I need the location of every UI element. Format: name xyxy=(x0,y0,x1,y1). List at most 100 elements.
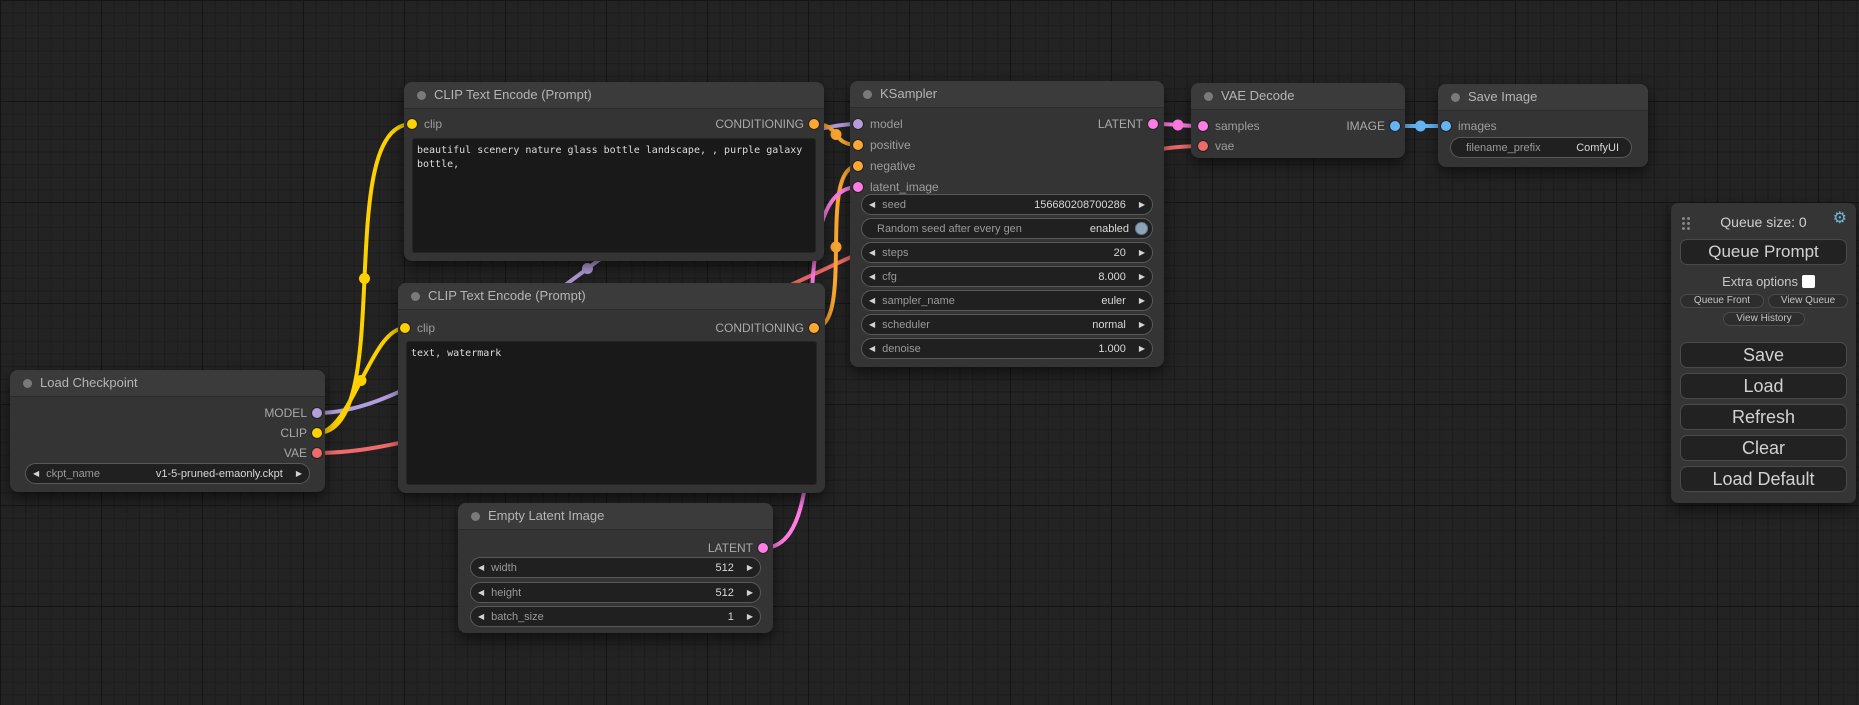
node-title-bar[interactable]: Load Checkpoint xyxy=(10,370,325,397)
queue-panel[interactable]: Queue size: 0 ⚙ Queue Prompt Extra optio… xyxy=(1671,203,1856,503)
batch-size-widget[interactable]: ◀ batch_size 1 ▶ xyxy=(470,606,761,627)
node-title-bar[interactable]: Save Image xyxy=(1438,84,1648,111)
latent-output-port[interactable] xyxy=(1148,119,1158,129)
model-input-port[interactable] xyxy=(853,119,863,129)
node-load-checkpoint[interactable]: Load Checkpoint MODEL CLIP VAE ◀ ckpt_na… xyxy=(10,370,325,492)
widget-value: 1.000 xyxy=(921,343,1132,355)
load-default-button[interactable]: Load Default xyxy=(1680,466,1847,492)
negative-input-port[interactable] xyxy=(853,161,863,171)
latent-output-port[interactable] xyxy=(758,543,768,553)
collapse-dot-icon[interactable] xyxy=(1204,92,1213,101)
clip-input-port[interactable] xyxy=(400,323,410,333)
decrement-icon[interactable]: ◀ xyxy=(471,582,491,603)
latent-image-input-port[interactable] xyxy=(853,182,863,192)
node-ksampler[interactable]: KSampler model positive negative latent_… xyxy=(850,81,1164,367)
positive-input-port[interactable] xyxy=(853,140,863,150)
increment-icon[interactable]: ▶ xyxy=(740,606,760,627)
widget-label: denoise xyxy=(882,343,921,355)
random-seed-toggle[interactable]: Random seed after every gen enabled xyxy=(861,218,1153,239)
decrement-icon[interactable]: ◀ xyxy=(862,266,882,287)
positive-prompt-textarea[interactable]: beautiful scenery nature glass bottle la… xyxy=(412,138,816,253)
filename-prefix-widget[interactable]: filename_prefix ComfyUI xyxy=(1450,137,1632,158)
clip-input-port[interactable] xyxy=(407,119,417,129)
collapse-dot-icon[interactable] xyxy=(417,91,426,100)
model-output-port[interactable] xyxy=(312,408,322,418)
view-history-button[interactable]: View History xyxy=(1723,312,1805,326)
denoise-widget[interactable]: ◀ denoise 1.000 ▶ xyxy=(861,338,1153,359)
node-title-bar[interactable]: CLIP Text Encode (Prompt) xyxy=(404,82,824,109)
increment-icon[interactable]: ▶ xyxy=(1132,266,1152,287)
input-label-samples: samples xyxy=(1215,119,1260,133)
output-label-latent: LATENT xyxy=(1098,117,1143,131)
vae-input-port[interactable] xyxy=(1198,141,1208,151)
image-output-port[interactable] xyxy=(1390,121,1400,131)
decrement-icon[interactable]: ◀ xyxy=(862,242,882,263)
next-value-icon[interactable]: ▶ xyxy=(289,463,309,484)
increment-icon[interactable]: ▶ xyxy=(1132,242,1152,263)
collapse-dot-icon[interactable] xyxy=(863,90,872,99)
increment-icon[interactable]: ▶ xyxy=(1132,194,1152,215)
node-clip-text-encode-positive[interactable]: CLIP Text Encode (Prompt) clip CONDITION… xyxy=(404,82,824,261)
widget-label: steps xyxy=(882,247,908,259)
steps-widget[interactable]: ◀ steps 20 ▶ xyxy=(861,242,1153,263)
queue-front-button[interactable]: Queue Front xyxy=(1680,294,1764,308)
clip-output-port[interactable] xyxy=(312,428,322,438)
prev-value-icon[interactable]: ◀ xyxy=(862,290,882,311)
output-label-model: MODEL xyxy=(264,406,307,420)
seed-widget[interactable]: ◀ seed 156680208700286 ▶ xyxy=(861,194,1153,215)
next-value-icon[interactable]: ▶ xyxy=(1132,290,1152,311)
sampler-name-widget[interactable]: ◀ sampler_name euler ▶ xyxy=(861,290,1153,311)
cfg-widget[interactable]: ◀ cfg 8.000 ▶ xyxy=(861,266,1153,287)
decrement-icon[interactable]: ◀ xyxy=(862,194,882,215)
settings-gear-icon[interactable]: ⚙ xyxy=(1833,210,1847,228)
samples-input-port[interactable] xyxy=(1198,121,1208,131)
next-value-icon[interactable]: ▶ xyxy=(1132,314,1152,335)
decrement-icon[interactable]: ◀ xyxy=(471,606,491,627)
width-widget[interactable]: ◀ width 512 ▶ xyxy=(470,557,761,578)
increment-icon[interactable]: ▶ xyxy=(1132,338,1152,359)
conditioning-output-port[interactable] xyxy=(809,119,819,129)
collapse-dot-icon[interactable] xyxy=(411,292,420,301)
node-title-bar[interactable]: VAE Decode xyxy=(1191,83,1405,110)
save-button[interactable]: Save xyxy=(1680,342,1847,368)
height-widget[interactable]: ◀ height 512 ▶ xyxy=(470,582,761,603)
view-queue-button[interactable]: View Queue xyxy=(1768,294,1848,308)
prev-value-icon[interactable]: ◀ xyxy=(26,463,46,484)
node-empty-latent-image[interactable]: Empty Latent Image LATENT ◀ width 512 ▶ … xyxy=(458,503,773,633)
widget-label: batch_size xyxy=(491,611,544,623)
node-title-bar[interactable]: Empty Latent Image xyxy=(458,503,773,530)
prev-value-icon[interactable]: ◀ xyxy=(862,314,882,335)
negative-prompt-textarea[interactable]: text, watermark xyxy=(406,341,817,485)
widget-label: cfg xyxy=(882,271,897,283)
decrement-icon[interactable]: ◀ xyxy=(471,557,491,578)
refresh-button[interactable]: Refresh xyxy=(1680,404,1847,430)
extra-options-checkbox[interactable] xyxy=(1802,275,1815,288)
node-vae-decode[interactable]: VAE Decode samples vae IMAGE xyxy=(1191,83,1405,158)
increment-icon[interactable]: ▶ xyxy=(740,557,760,578)
clear-button[interactable]: Clear xyxy=(1680,435,1847,461)
decrement-icon[interactable]: ◀ xyxy=(862,338,882,359)
queue-prompt-button[interactable]: Queue Prompt xyxy=(1680,239,1847,265)
node-title-bar[interactable]: KSampler xyxy=(850,81,1164,108)
conditioning-output-port[interactable] xyxy=(809,323,819,333)
node-title: CLIP Text Encode (Prompt) xyxy=(428,288,586,303)
ckpt-name-widget[interactable]: ◀ ckpt_name v1-5-pruned-emaonly.ckpt ▶ xyxy=(25,463,310,484)
collapse-dot-icon[interactable] xyxy=(1451,93,1460,102)
load-button[interactable]: Load xyxy=(1680,373,1847,399)
images-input-port[interactable] xyxy=(1441,121,1451,131)
input-label-images: images xyxy=(1458,119,1497,133)
node-clip-text-encode-negative[interactable]: CLIP Text Encode (Prompt) clip CONDITION… xyxy=(398,283,825,493)
collapse-dot-icon[interactable] xyxy=(471,512,480,521)
node-title-bar[interactable]: CLIP Text Encode (Prompt) xyxy=(398,283,825,310)
widget-value: 512 xyxy=(517,562,740,574)
collapse-dot-icon[interactable] xyxy=(23,379,32,388)
scheduler-widget[interactable]: ◀ scheduler normal ▶ xyxy=(861,314,1153,335)
increment-icon[interactable]: ▶ xyxy=(740,582,760,603)
vae-output-port[interactable] xyxy=(312,448,322,458)
queue-size-label: Queue size: 0 xyxy=(1671,214,1856,230)
widget-value: ComfyUI xyxy=(1541,142,1631,154)
node-save-image[interactable]: Save Image images filename_prefix ComfyU… xyxy=(1438,84,1648,167)
toggle-knob-icon[interactable] xyxy=(1135,222,1148,235)
node-title: VAE Decode xyxy=(1221,88,1294,103)
node-graph-canvas[interactable]: Load Checkpoint MODEL CLIP VAE ◀ ckpt_na… xyxy=(0,0,1859,705)
